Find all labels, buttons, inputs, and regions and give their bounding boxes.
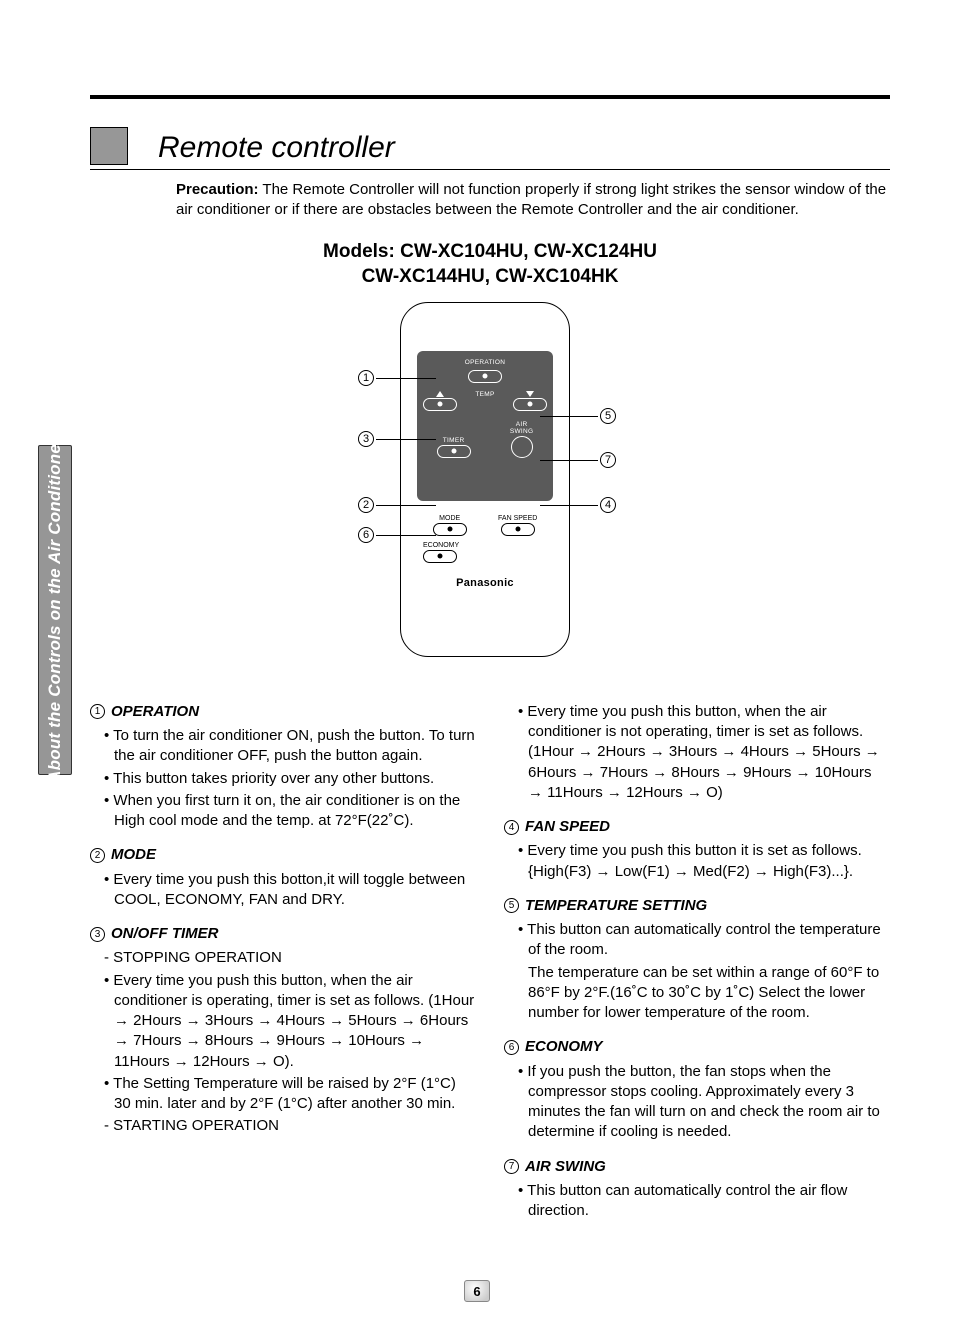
lbl-fanspeed: FAN SPEED xyxy=(498,515,537,522)
temp-up-button[interactable] xyxy=(423,398,457,411)
air-swing-button[interactable] xyxy=(511,436,533,458)
col-left: 1 OPERATION To turn the air conditioner … xyxy=(90,702,476,1236)
remote-panel: OPERATION TEMP xyxy=(417,351,553,501)
title-mode: MODE xyxy=(111,845,156,865)
title-airswing: AIR SWING xyxy=(525,1157,606,1177)
sec-airswing: 7 AIR SWING This button can automaticall… xyxy=(504,1157,890,1222)
title-timer: ON/OFF TIMER xyxy=(111,924,219,944)
title-fanspeed: FAN SPEED xyxy=(525,817,610,837)
economy-button[interactable] xyxy=(423,550,457,563)
num-2: 2 xyxy=(90,848,105,863)
s3-b3: Every time you push this button, when th… xyxy=(504,702,890,803)
models-line1: Models: CW-XC104HU, CW-XC124HU xyxy=(90,239,890,265)
temp-down-button[interactable] xyxy=(513,398,547,411)
callout-7: 7 xyxy=(600,452,616,468)
title-block-icon xyxy=(90,127,128,165)
lead-1 xyxy=(376,378,436,379)
lead-5 xyxy=(540,416,598,417)
page-title: Remote controller xyxy=(158,131,395,165)
side-tab: About the Controls on the Air Conditione… xyxy=(38,445,72,775)
temp-up-icon xyxy=(436,391,444,397)
s3-b1: Every time you push this button, when th… xyxy=(90,971,476,1072)
page-number: 6 xyxy=(464,1280,490,1302)
s3-b2: The Setting Temperature will be raised b… xyxy=(90,1074,476,1115)
col-right: Every time you push this button, when th… xyxy=(504,702,890,1236)
lead-3 xyxy=(376,439,436,440)
s1-b1: To turn the air conditioner ON, push the… xyxy=(90,726,476,767)
s1-b2: This button takes priority over any othe… xyxy=(90,769,476,789)
title-economy: ECONOMY xyxy=(525,1037,603,1057)
fan-speed-button[interactable] xyxy=(501,523,535,536)
callout-4: 4 xyxy=(600,497,616,513)
lbl-airswing-2: SWING xyxy=(510,428,534,435)
lead-2 xyxy=(376,505,436,506)
title-row: Remote controller xyxy=(90,127,890,165)
lbl-timer: TIMER xyxy=(437,437,471,444)
callout-1: 1 xyxy=(358,370,374,386)
sec-timer-cont: Every time you push this button, when th… xyxy=(504,702,890,803)
sec-timer: 3 ON/OFF TIMER - STOPPING OPERATION Ever… xyxy=(90,924,476,1137)
sec-mode: 2 MODE Every time you push this botton,i… xyxy=(90,845,476,910)
brand-logo: Panasonic xyxy=(401,577,569,589)
s7-b1: This button can automatically control th… xyxy=(504,1181,890,1222)
precaution-label: Precaution: xyxy=(176,181,259,198)
temp-down-icon xyxy=(526,391,534,397)
sec-economy: 6 ECONOMY If you push the button, the fa… xyxy=(504,1037,890,1142)
rule-under-title xyxy=(90,169,890,170)
s1-b3: When you first turn it on, the air condi… xyxy=(90,791,476,832)
columns: 1 OPERATION To turn the air conditioner … xyxy=(90,702,890,1236)
remote-lower: MODE FAN SPEED ECONOMY xyxy=(417,515,553,563)
sec-fanspeed: 4 FAN SPEED Every time you push this but… xyxy=(504,817,890,882)
lead-7 xyxy=(540,460,598,461)
num-4: 4 xyxy=(504,820,519,835)
s4-b1: Every time you push this button it is se… xyxy=(504,841,890,882)
s3-sub2: - STARTING OPERATION xyxy=(90,1116,476,1136)
side-tab-label: About the Controls on the Air Conditione… xyxy=(45,437,65,783)
num-3: 3 xyxy=(90,927,105,942)
lbl-mode: MODE xyxy=(433,515,467,522)
callout-2: 2 xyxy=(358,497,374,513)
callout-6: 6 xyxy=(358,527,374,543)
rule-top xyxy=(90,95,890,99)
remote-diagram: OPERATION TEMP xyxy=(340,302,640,682)
lead-6 xyxy=(376,535,436,536)
num-6: 6 xyxy=(504,1040,519,1055)
mode-button[interactable] xyxy=(433,523,467,536)
s5-b1: This button can automatically control th… xyxy=(504,920,890,961)
num-5: 5 xyxy=(504,898,519,913)
num-1: 1 xyxy=(90,704,105,719)
title-temp: TEMPERATURE SETTING xyxy=(525,896,707,916)
operation-button[interactable] xyxy=(468,370,502,383)
s3-sub1: - STOPPING OPERATION xyxy=(90,948,476,968)
timer-button[interactable] xyxy=(437,445,471,458)
sec-temp: 5 TEMPERATURE SETTING This button can au… xyxy=(504,896,890,1024)
page-content: Remote controller Precaution: The Remote… xyxy=(90,95,890,1235)
lbl-economy: ECONOMY xyxy=(423,542,553,549)
precaution-text: The Remote Controller will not function … xyxy=(176,181,886,218)
lbl-operation: OPERATION xyxy=(417,359,553,366)
lbl-airswing-1: AIR xyxy=(510,421,534,428)
s5-t1: The temperature can be set within a rang… xyxy=(504,963,890,1024)
s6-b1: If you push the button, the fan stops wh… xyxy=(504,1062,890,1143)
lead-4 xyxy=(540,505,598,506)
models-heading: Models: CW-XC104HU, CW-XC124HU CW-XC144H… xyxy=(90,239,890,290)
num-7: 7 xyxy=(504,1159,519,1174)
sec-operation: 1 OPERATION To turn the air conditioner … xyxy=(90,702,476,832)
callout-5: 5 xyxy=(600,408,616,424)
precaution: Precaution: The Remote Controller will n… xyxy=(176,180,890,221)
callout-3: 3 xyxy=(358,431,374,447)
models-line2: CW-XC144HU, CW-XC104HK xyxy=(90,264,890,290)
title-operation: OPERATION xyxy=(111,702,199,722)
lbl-temp: TEMP xyxy=(462,391,507,398)
s2-b1: Every time you push this botton,it will … xyxy=(90,870,476,911)
remote-body: OPERATION TEMP xyxy=(400,302,570,657)
